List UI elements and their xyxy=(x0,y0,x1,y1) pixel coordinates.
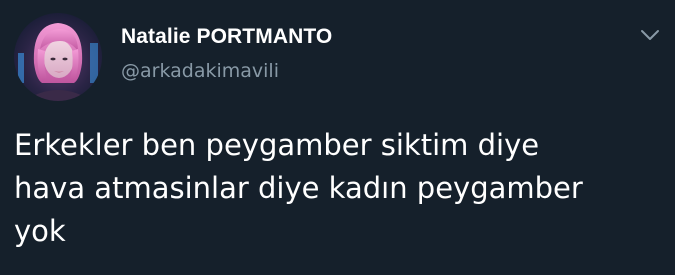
tweet-text-line: hava atmasinlar diye kadın peygamber xyxy=(14,171,583,205)
tweet-text-line: yok xyxy=(14,214,66,248)
tweet-card: Natalie PORTMANTO @arkadakimavili Erkekl… xyxy=(0,0,675,275)
avatar-image xyxy=(14,13,102,101)
user-handle[interactable]: @arkadakimavili xyxy=(121,59,332,83)
tweet-text-line: Erkekler ben peygamber siktim diye xyxy=(14,128,540,162)
tweet-header: Natalie PORTMANTO @arkadakimavili xyxy=(121,24,332,83)
display-name[interactable]: Natalie PORTMANTO xyxy=(121,24,332,50)
tweet-text: Erkekler ben peygamber siktim diye hava … xyxy=(14,124,664,253)
chevron-down-icon[interactable] xyxy=(639,27,661,43)
avatar[interactable] xyxy=(14,13,102,101)
